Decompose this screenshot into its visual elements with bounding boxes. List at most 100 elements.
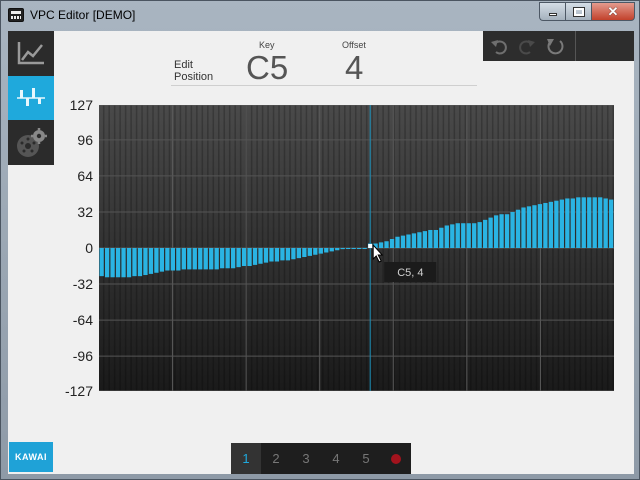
cursor-marker bbox=[368, 244, 373, 248]
chart-bar bbox=[581, 197, 586, 248]
window-title: VPC Editor [DEMO] bbox=[30, 8, 136, 22]
chart-bar bbox=[263, 248, 269, 263]
chart-bar bbox=[444, 225, 449, 248]
chart-bar bbox=[170, 248, 176, 271]
chart-bar bbox=[406, 234, 411, 248]
chart-bar bbox=[307, 248, 312, 256]
chart-bar bbox=[247, 248, 252, 267]
chart-bar bbox=[537, 204, 543, 248]
chart-bar bbox=[252, 248, 258, 265]
chart-bar bbox=[554, 200, 559, 248]
chart-bar bbox=[384, 241, 389, 248]
y-tick-label: -127 bbox=[64, 383, 93, 399]
chart-bar bbox=[296, 248, 302, 259]
chart-bar bbox=[455, 223, 460, 248]
chart-bar bbox=[378, 242, 384, 248]
chart-bar bbox=[324, 248, 329, 253]
chart-bar bbox=[439, 227, 444, 248]
window-controls: ✕ bbox=[539, 2, 635, 21]
chart-bar bbox=[433, 229, 438, 248]
chart-bar bbox=[521, 207, 526, 248]
page-button-2[interactable]: 2 bbox=[261, 443, 291, 474]
chart-bar bbox=[280, 248, 285, 261]
chart-bar bbox=[302, 248, 307, 258]
y-tick-label: -64 bbox=[72, 312, 93, 329]
chart-bar bbox=[236, 248, 241, 268]
maximize-icon bbox=[572, 6, 585, 17]
page-button-1[interactable]: 1 bbox=[231, 443, 261, 474]
chart-bar bbox=[340, 248, 345, 250]
chart-bar bbox=[220, 248, 225, 269]
chart-bar bbox=[609, 199, 614, 248]
chart-bar bbox=[428, 229, 433, 248]
chart-bar bbox=[389, 238, 395, 248]
chart-bar bbox=[570, 198, 575, 248]
close-icon: ✕ bbox=[607, 3, 619, 19]
chart-bar bbox=[274, 248, 280, 262]
cursor-tooltip-text: C5, 4 bbox=[397, 267, 423, 279]
chart-bar bbox=[209, 248, 214, 270]
record-icon bbox=[391, 453, 401, 464]
chart-bar bbox=[137, 248, 143, 277]
chart-bar bbox=[461, 223, 466, 248]
chart-bar bbox=[504, 214, 510, 248]
chart-area: 127 96 64 32 0 -32 -64 -96 -127 C5, 4 bbox=[8, 31, 634, 474]
y-tick-label: 96 bbox=[77, 131, 93, 148]
minimize-icon bbox=[548, 13, 557, 16]
chart-bar bbox=[592, 197, 597, 248]
page-button-4[interactable]: 4 bbox=[321, 443, 351, 474]
chart-bar bbox=[559, 199, 564, 248]
minimize-button[interactable] bbox=[539, 2, 565, 21]
chart-bar bbox=[110, 248, 115, 278]
chart-bar bbox=[176, 248, 181, 271]
chart-bar bbox=[214, 248, 219, 270]
chart-bar bbox=[258, 248, 263, 264]
chart-bar bbox=[499, 214, 504, 248]
user-edit-chart[interactable]: C5, 4 bbox=[99, 105, 614, 391]
chart-bar bbox=[230, 248, 236, 269]
chart-bar bbox=[411, 233, 417, 248]
chart-bar bbox=[335, 248, 340, 251]
chart-bar bbox=[395, 236, 400, 248]
chart-bar bbox=[472, 223, 477, 248]
chart-bar bbox=[318, 248, 323, 254]
chart-bar bbox=[148, 248, 154, 274]
chart-bar bbox=[329, 248, 334, 252]
chart-bar bbox=[466, 223, 471, 248]
chart-bar bbox=[422, 231, 428, 248]
client-area: KAWAI Edit Position Key C5 Offset 4 127 … bbox=[8, 31, 634, 474]
app-window: VPC Editor [DEMO] ✕ KAWAI Edit Position … bbox=[0, 0, 640, 480]
chart-bar bbox=[526, 206, 532, 248]
record-button[interactable] bbox=[381, 443, 411, 474]
chart-bar bbox=[565, 198, 570, 248]
chart-bar bbox=[121, 248, 126, 278]
y-tick-label: 32 bbox=[77, 203, 93, 220]
chart-bar bbox=[543, 202, 548, 248]
page-button-5[interactable]: 5 bbox=[351, 443, 381, 474]
chart-bar bbox=[285, 248, 291, 261]
y-tick-label: -96 bbox=[72, 348, 93, 365]
chart-bar bbox=[532, 205, 537, 248]
maximize-button[interactable] bbox=[565, 2, 591, 21]
chart-bar bbox=[192, 248, 197, 270]
chart-bar bbox=[515, 209, 521, 248]
chart-bar bbox=[450, 224, 455, 248]
page-button-3[interactable]: 3 bbox=[291, 443, 321, 474]
y-tick-label: 127 bbox=[69, 97, 93, 113]
y-tick-label: 64 bbox=[77, 167, 93, 184]
chart-bar bbox=[291, 248, 296, 260]
chart-bar bbox=[603, 198, 608, 248]
chart-bar bbox=[598, 197, 603, 248]
y-tick-label: -32 bbox=[72, 276, 93, 293]
title-bar[interactable]: VPC Editor [DEMO] ✕ bbox=[1, 1, 640, 31]
close-button[interactable]: ✕ bbox=[591, 2, 635, 21]
chart-bar bbox=[241, 248, 247, 267]
chart-bar bbox=[99, 248, 104, 277]
chart-bar bbox=[488, 217, 493, 248]
chart-bar bbox=[483, 219, 488, 248]
chart-bar bbox=[154, 248, 159, 273]
chart-bar bbox=[313, 248, 318, 255]
chart-bar bbox=[417, 232, 422, 248]
page-selector: 1 2 3 4 5 bbox=[231, 443, 411, 474]
chart-bar bbox=[203, 248, 208, 270]
